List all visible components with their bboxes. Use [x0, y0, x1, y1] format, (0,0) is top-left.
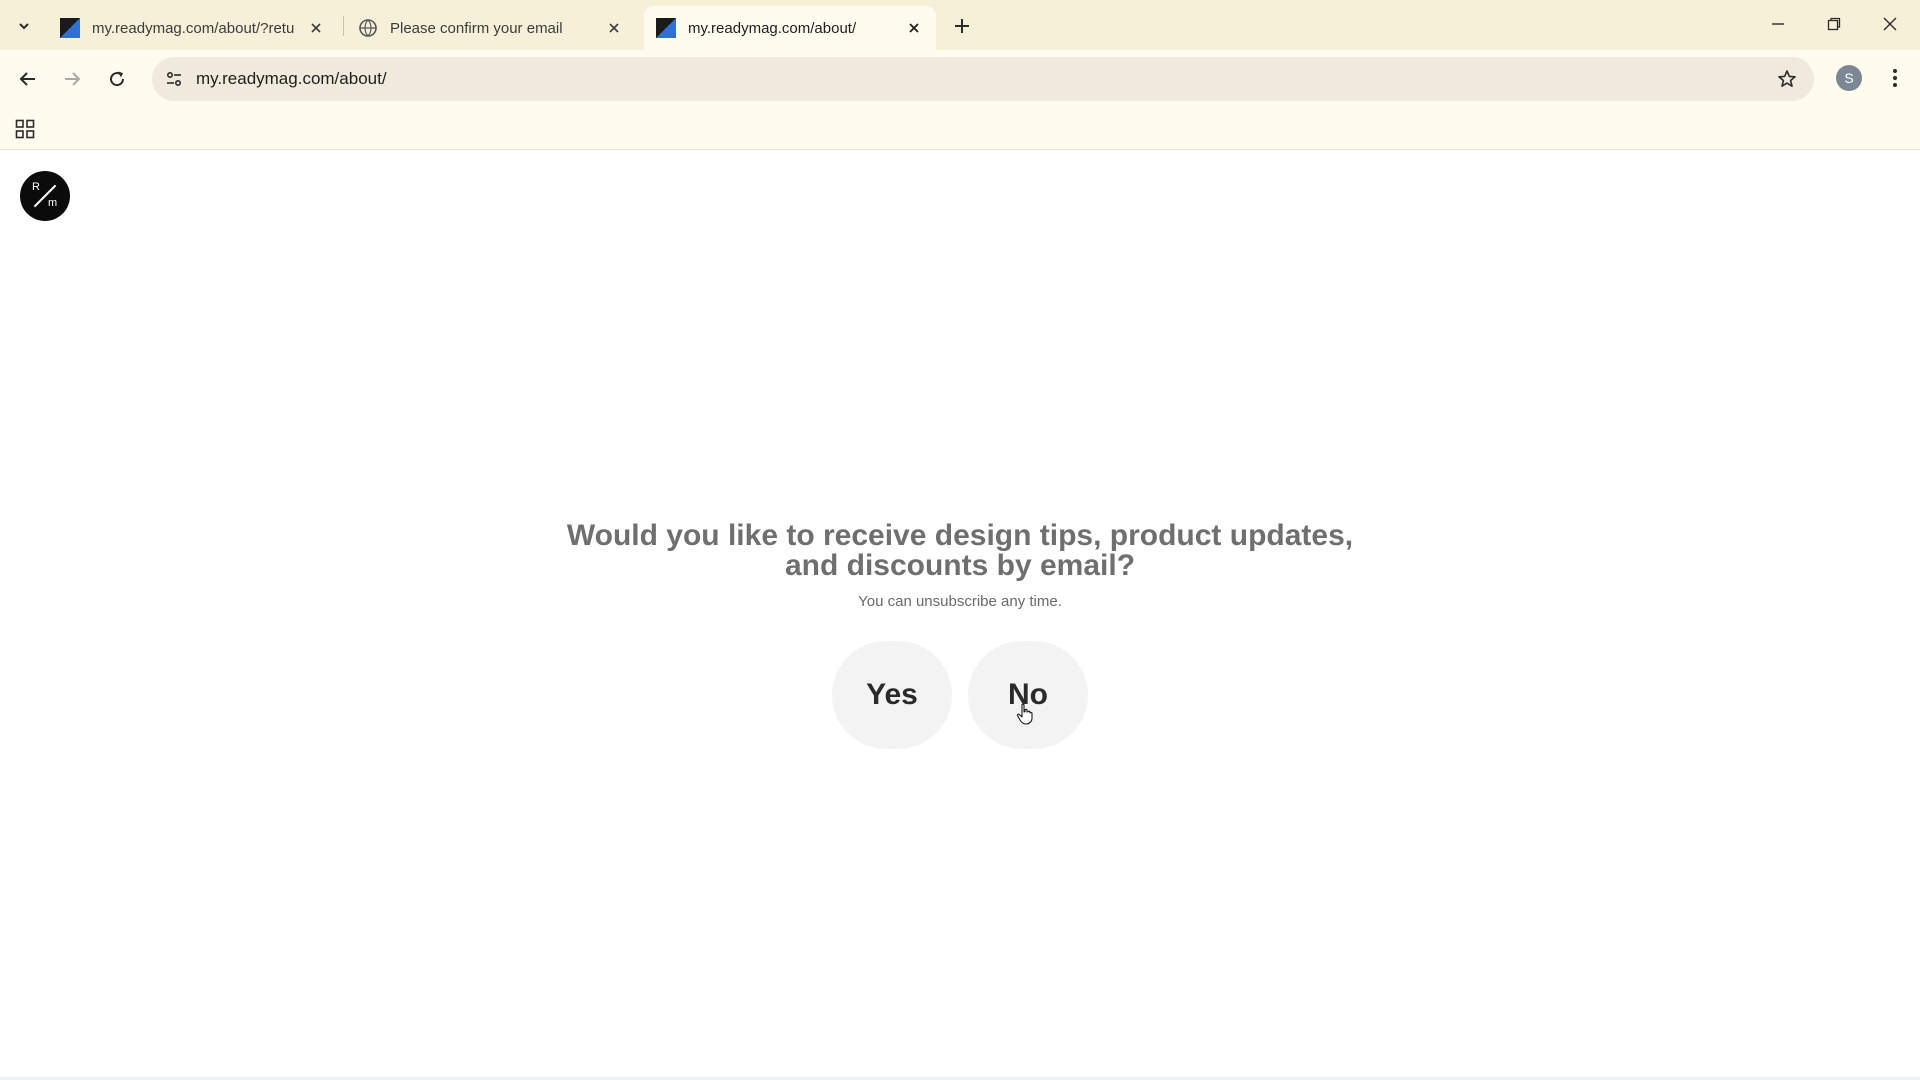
tab-title: my.readymag.com/about/ [688, 19, 857, 37]
grid-icon [15, 119, 35, 139]
profile-avatar[interactable]: S [1836, 65, 1862, 91]
kebab-menu-icon [1893, 69, 1897, 87]
reload-button[interactable] [101, 63, 133, 95]
arrow-left-icon [19, 72, 35, 86]
site-settings-icon[interactable] [160, 65, 188, 93]
close-tab-icon[interactable] [904, 18, 924, 38]
tab-title: Please confirm your email [390, 19, 563, 37]
logo-letter-r: R [32, 181, 40, 193]
bookmark-star-button[interactable] [1774, 66, 1800, 92]
browser-menu-button[interactable] [1880, 63, 1910, 93]
tab-confirm-email[interactable]: Please confirm your email [346, 6, 636, 50]
globe-icon [359, 19, 377, 37]
close-tab-icon[interactable] [604, 18, 624, 38]
back-button[interactable] [12, 63, 44, 95]
hand-cursor-icon [1016, 703, 1033, 725]
yes-button[interactable]: Yes [832, 641, 952, 749]
minimize-icon [1772, 23, 1784, 25]
unsubscribe-note: You can unsubscribe any time. [858, 593, 1062, 610]
restore-button[interactable] [1814, 8, 1854, 40]
arrow-right-icon [65, 72, 81, 86]
logo-letter-m: m [48, 197, 58, 209]
chevron-down-icon [19, 23, 29, 30]
tab-title: my.readymag.com/about/?retu [92, 19, 295, 37]
reload-icon [110, 71, 125, 87]
tab-search-button[interactable] [10, 12, 38, 40]
no-button[interactable]: No [968, 641, 1088, 749]
url-text[interactable]: my.readymag.com/about/ [196, 57, 387, 101]
bookmarks-bar [0, 108, 1920, 150]
forward-button[interactable] [56, 63, 88, 95]
address-bar[interactable]: my.readymag.com/about/ [152, 57, 1814, 101]
readymag-favicon [656, 18, 676, 38]
readymag-favicon [60, 18, 80, 38]
apps-button[interactable] [12, 116, 38, 142]
browser-toolbar: my.readymag.com/about/ S [0, 50, 1920, 108]
star-icon [1778, 70, 1796, 87]
readymag-logo[interactable]: R m [20, 171, 70, 221]
tab-readymag-return[interactable]: my.readymag.com/about/?retu [48, 6, 338, 50]
tab-separator [343, 16, 344, 36]
close-icon [1883, 17, 1897, 31]
tab-strip: my.readymag.com/about/?retu Please confi… [0, 0, 1920, 50]
minimize-button[interactable] [1758, 8, 1798, 40]
newsletter-question: Would you like to receive design tips, p… [566, 519, 1354, 582]
close-tab-icon[interactable] [306, 18, 326, 38]
page-content: R m Would you like to receive design tip… [0, 151, 1920, 1080]
plus-icon [955, 19, 969, 33]
restore-icon [1827, 17, 1841, 31]
close-window-button[interactable] [1870, 8, 1910, 40]
tab-readymag-about[interactable]: my.readymag.com/about/ [644, 6, 936, 50]
new-tab-button[interactable] [948, 12, 976, 40]
